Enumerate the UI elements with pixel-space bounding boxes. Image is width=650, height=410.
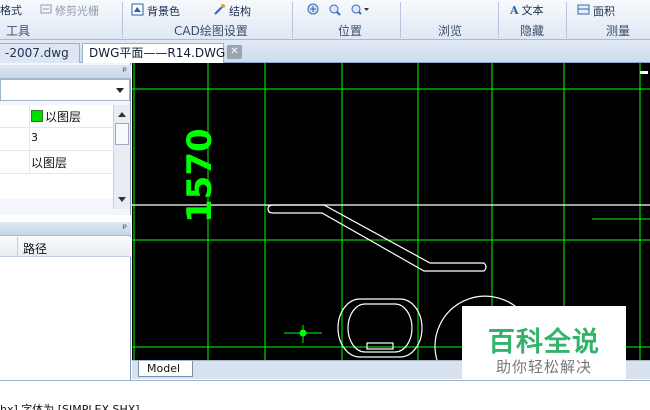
tab-2007-dwg[interactable]: -2007.dwg: [0, 43, 80, 63]
trim-raster-button[interactable]: 修剪光栅: [40, 3, 99, 19]
zoom-icon: [328, 3, 342, 21]
tab-model[interactable]: Model: [138, 361, 194, 377]
structure-icon: [213, 3, 226, 21]
property-grid: 以图层 3 以图层: [0, 105, 113, 199]
tab-dwg-plan-r14[interactable]: DWG平面——R14.DWG: [82, 43, 225, 63]
group-label-tools: 工具: [6, 24, 31, 38]
scroll-down-icon[interactable]: [118, 197, 126, 202]
property-value-text: 以图层: [45, 110, 82, 124]
files-column-header: 路径: [0, 237, 131, 257]
pin-icon[interactable]: ᵖ: [123, 222, 127, 236]
property-row-linetype[interactable]: 以图层: [0, 151, 113, 174]
background-color-icon: [131, 3, 144, 21]
watermark-badge: 百科全说 助你轻松解决: [462, 306, 626, 380]
column-divider: [29, 128, 30, 150]
group-label-hide: 隐藏: [520, 24, 545, 38]
chevron-down-icon: [116, 88, 124, 93]
files-panel-header: ᵖ: [0, 222, 131, 236]
ribbon-separator: [122, 2, 123, 38]
ribbon-toolbar: 格式 修剪光栅 背景色 结构 A 文本 面积 工具 CAD绘图设置 位置 浏览 …: [0, 0, 650, 40]
area-icon: [577, 3, 590, 21]
ribbon-separator: [292, 2, 293, 38]
watermark-title: 百科全说: [488, 327, 600, 358]
files-panel: ᵖ 路径: [0, 222, 131, 380]
scroll-up-icon[interactable]: [118, 112, 126, 117]
properties-scrollbar[interactable]: [113, 105, 130, 209]
pan-icon: [306, 3, 320, 21]
document-tab-bar: -2007.dwg DWG平面——R14.DWG: [0, 40, 650, 63]
close-tab-button[interactable]: ✕: [227, 45, 242, 59]
ribbon-separator: [498, 2, 499, 38]
point-marker: [299, 329, 307, 337]
format-button[interactable]: 格式: [0, 3, 22, 19]
group-label-position: 位置: [338, 24, 363, 38]
structure-button[interactable]: 结构: [213, 3, 251, 19]
property-value-color: 以图层: [31, 108, 81, 125]
pin-icon[interactable]: ᵖ: [123, 65, 127, 79]
ribbon-separator: [566, 2, 567, 38]
group-label-cad-settings: CAD绘图设置: [174, 24, 248, 38]
property-value-linetype: 以图层: [31, 156, 68, 170]
properties-panel-header: ᵖ: [0, 65, 131, 79]
color-swatch: [31, 110, 43, 122]
dimension-label: 1570: [180, 128, 220, 223]
group-label-browse: 浏览: [438, 24, 463, 38]
ribbon-separator: [400, 2, 401, 38]
text-button[interactable]: A 文本: [510, 3, 544, 19]
group-label-measure: 测量: [606, 24, 631, 38]
watermark-subtitle: 助你轻松解决: [495, 358, 592, 376]
column-header-blank[interactable]: [0, 237, 18, 257]
column-header-path[interactable]: 路径: [23, 240, 47, 257]
command-output-text: hx] 字体为 [SIMPLEX.SHX]: [0, 403, 140, 410]
object-select-dropdown[interactable]: [0, 79, 130, 101]
zoom-dropdown-icon: [350, 3, 370, 21]
properties-panel: ᵖ 以图层 3 以图层: [0, 63, 131, 215]
column-divider: [29, 105, 30, 127]
text-icon: A: [510, 4, 519, 17]
zoom-dropdown-button[interactable]: [350, 3, 373, 19]
trim-raster-icon: [40, 3, 52, 20]
property-value-number: 3: [31, 131, 38, 144]
background-color-button[interactable]: 背景色: [131, 3, 180, 19]
zoom-button[interactable]: [328, 3, 345, 19]
close-icon: ✕: [230, 46, 239, 57]
pan-button[interactable]: [306, 3, 323, 19]
area-button[interactable]: 面积: [577, 3, 615, 19]
column-divider: [29, 151, 30, 173]
property-row-color[interactable]: 以图层: [0, 105, 113, 128]
property-row-lineweight[interactable]: 3: [0, 128, 113, 151]
scroll-thumb[interactable]: [115, 123, 129, 145]
command-line[interactable]: hx] 字体为 [SIMPLEX.SHX]: [0, 380, 650, 410]
